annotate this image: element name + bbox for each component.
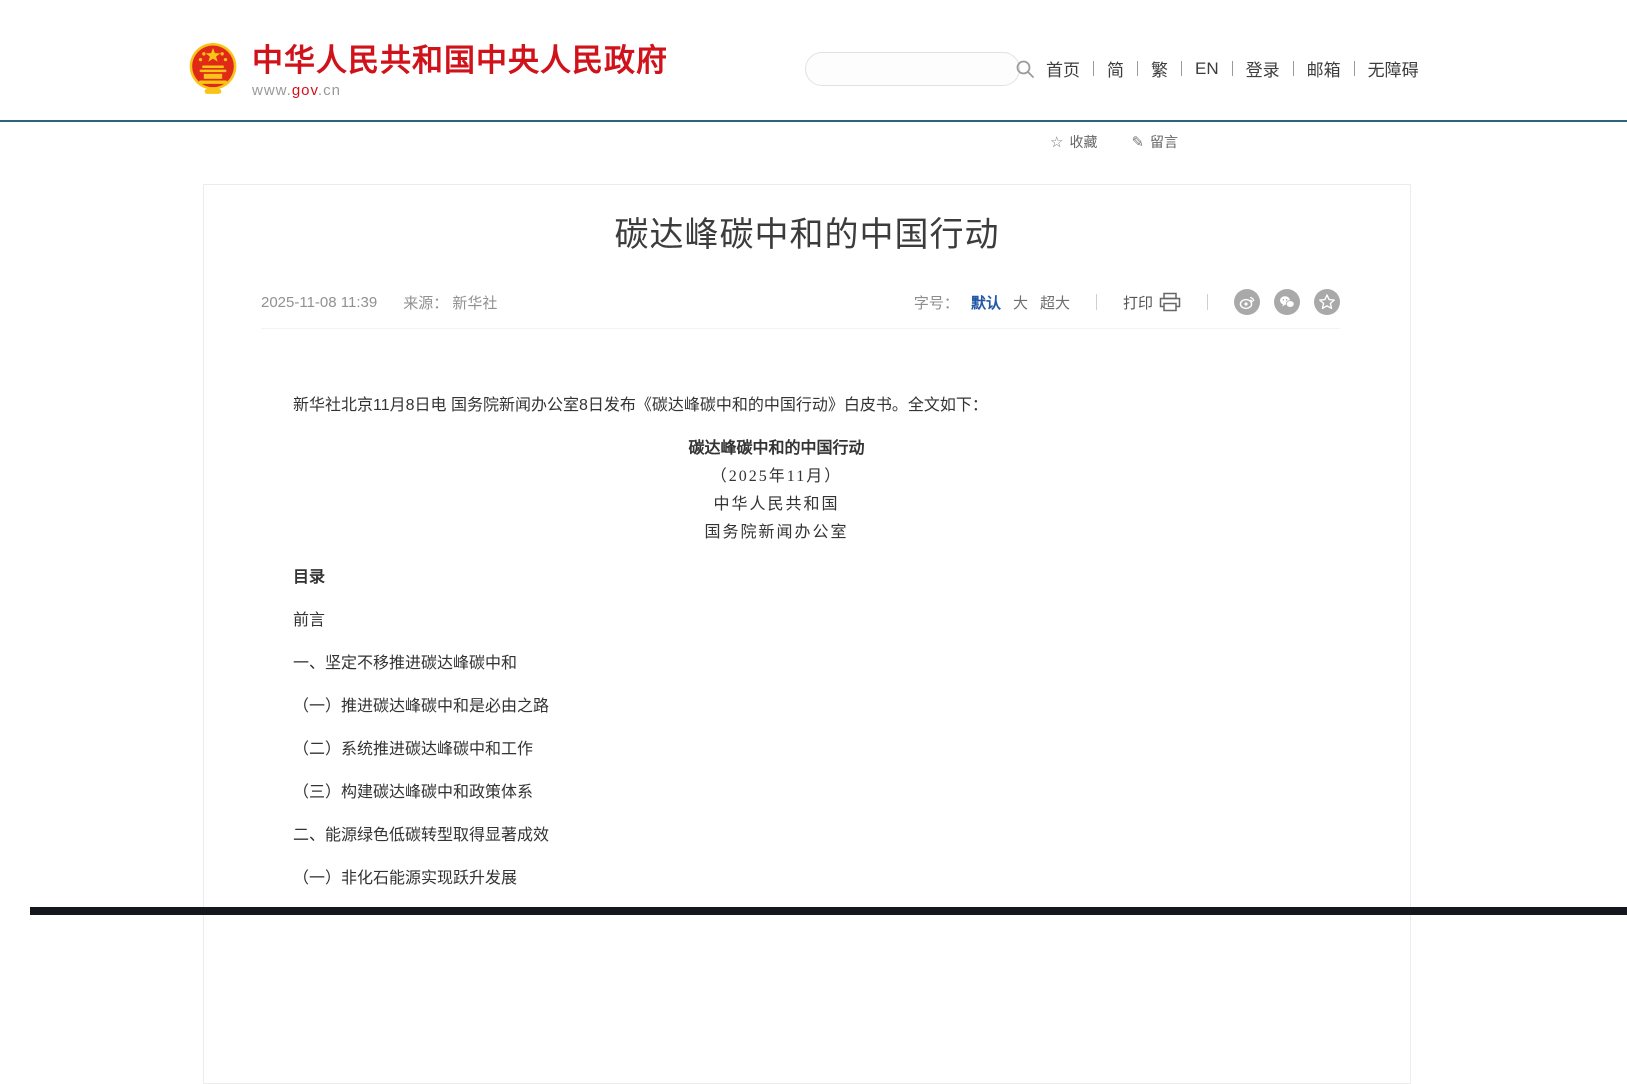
- nav-separator: [1354, 61, 1355, 76]
- comment-button[interactable]: ✎ 留言: [1131, 132, 1178, 152]
- nav-accessibility[interactable]: 无障碍: [1368, 56, 1419, 81]
- toc-item: 一、坚定不移推进碳达峰碳中和: [261, 650, 1292, 678]
- search-box: [805, 52, 1020, 86]
- nav-home[interactable]: 首页: [1046, 56, 1080, 81]
- share-weibo-button[interactable]: [1234, 289, 1260, 315]
- wechat-icon: [1278, 293, 1296, 311]
- nav-separator: [1093, 61, 1094, 76]
- national-emblem-icon: [188, 40, 238, 96]
- share-wechat-button[interactable]: [1274, 289, 1300, 315]
- qzone-star-icon: [1318, 293, 1336, 311]
- bottom-edge-bar: [30, 907, 1627, 915]
- share-qzone-button[interactable]: [1314, 289, 1340, 315]
- top-nav: 首页 简 繁 EN 登录 邮箱 无障碍: [1046, 56, 1419, 81]
- toc-item: （三）构建碳达峰碳中和政策体系: [261, 779, 1292, 807]
- document-org-line1: 中华人民共和国: [261, 491, 1292, 519]
- comment-label: 留言: [1150, 132, 1178, 152]
- source-value: 新华社: [452, 295, 497, 312]
- nav-mail[interactable]: 邮箱: [1307, 56, 1341, 81]
- site-title: 中华人民共和国中央人民政府: [252, 44, 668, 78]
- site-url: www.gov.cn: [252, 82, 668, 99]
- article-body: 新华社北京11月8日电 国务院新闻办公室8日发布《碳达峰碳中和的中国行动》白皮书…: [261, 392, 1292, 893]
- font-size-default-button[interactable]: 默认: [971, 292, 1001, 313]
- article-title: 碳达峰碳中和的中国行动: [204, 210, 1410, 260]
- nav-separator: [1232, 61, 1233, 76]
- search-icon[interactable]: [1015, 52, 1035, 86]
- nav-separator: [1293, 61, 1294, 76]
- printer-icon: [1159, 292, 1181, 312]
- star-icon: ☆: [1050, 133, 1063, 151]
- favorite-button[interactable]: ☆ 收藏: [1050, 132, 1097, 152]
- document-date: （2025年11月）: [261, 463, 1292, 491]
- meta-separator: [1096, 294, 1097, 310]
- nav-simplified[interactable]: 简: [1107, 56, 1124, 81]
- weibo-icon: [1238, 293, 1256, 311]
- nav-traditional[interactable]: 繁: [1151, 56, 1168, 81]
- article-source: 来源： 新华社: [403, 292, 497, 313]
- search-input[interactable]: [806, 61, 1015, 77]
- print-label: 打印: [1123, 292, 1153, 313]
- lead-paragraph: 新华社北京11月8日电 国务院新闻办公室8日发布《碳达峰碳中和的中国行动》白皮书…: [261, 392, 1292, 420]
- font-size-xlarge-button[interactable]: 超大: [1040, 292, 1070, 313]
- toc-heading: 目录: [261, 564, 1292, 592]
- document-org-line2: 国务院新闻办公室: [261, 519, 1292, 547]
- font-size-label: 字号：: [914, 292, 959, 313]
- article-meta-right: 字号： 默认 大 超大 打印: [914, 289, 1340, 315]
- nav-separator: [1137, 61, 1138, 76]
- site-identity: 中华人民共和国中央人民政府 www.gov.cn: [252, 44, 668, 99]
- page-tools-row: ☆ 收藏 ✎ 留言: [1050, 132, 1178, 152]
- font-size-large-button[interactable]: 大: [1013, 292, 1028, 313]
- pencil-icon: ✎: [1131, 133, 1144, 151]
- toc-item: （二）系统推进碳达峰碳中和工作: [261, 736, 1292, 764]
- print-button[interactable]: 打印: [1123, 292, 1181, 313]
- nav-separator: [1181, 61, 1182, 76]
- article-meta-left: 2025-11-08 11:39 来源： 新华社: [261, 292, 497, 313]
- toc-item: 前言: [261, 607, 1292, 635]
- meta-separator: [1207, 294, 1208, 310]
- site-url-cn: .cn: [318, 82, 341, 99]
- article-container: 碳达峰碳中和的中国行动 2025-11-08 11:39 来源： 新华社 字号：…: [203, 184, 1411, 1084]
- share-group: [1234, 289, 1340, 315]
- article-meta-row: 2025-11-08 11:39 来源： 新华社 字号： 默认 大 超大 打印: [261, 289, 1340, 329]
- national-emblem-logo[interactable]: [188, 40, 238, 96]
- site-url-gov: gov: [292, 82, 318, 99]
- toc-item: 二、能源绿色低碳转型取得显著成效: [261, 822, 1292, 850]
- document-title: 碳达峰碳中和的中国行动: [261, 435, 1292, 463]
- nav-login[interactable]: 登录: [1246, 56, 1280, 81]
- nav-english[interactable]: EN: [1195, 59, 1219, 79]
- favorite-label: 收藏: [1069, 132, 1097, 152]
- toc-item: （一）非化石能源实现跃升发展: [261, 865, 1292, 893]
- site-url-www: www.: [252, 82, 292, 99]
- source-label: 来源：: [403, 295, 448, 312]
- document-heading-block: 碳达峰碳中和的中国行动 （2025年11月） 中华人民共和国 国务院新闻办公室: [261, 435, 1292, 547]
- article-date: 2025-11-08 11:39: [261, 294, 377, 311]
- toc-item: （一）推进碳达峰碳中和是必由之路: [261, 693, 1292, 721]
- site-header: 中华人民共和国中央人民政府 www.gov.cn 首页 简 繁 EN 登录 邮箱…: [0, 0, 1627, 122]
